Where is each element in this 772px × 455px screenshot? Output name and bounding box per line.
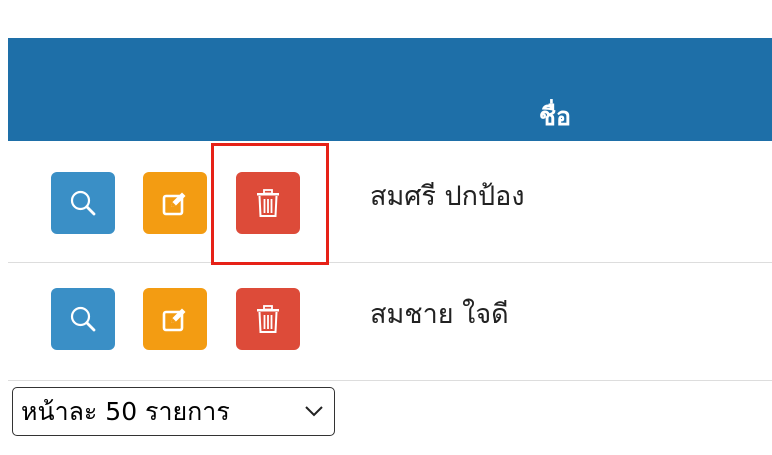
delete-button[interactable] [236,288,300,350]
chevron-down-icon [305,406,323,417]
edit-icon [162,192,186,216]
table-row: สมชาย ใจดี [8,263,772,381]
row-name: สมศรี ปกป้อง [370,181,525,212]
search-icon [70,306,96,332]
page-size-select[interactable]: หน้าละ 50 รายการ [12,387,335,436]
top-strip [8,0,772,38]
edit-button[interactable] [143,172,207,234]
page: ชื่อ สมศรี ปกป้อง สมชาย ใจดี หน้าละ 50 ร… [0,0,772,455]
edit-icon [162,308,186,332]
column-header-name: ชื่อ [539,102,571,131]
search-icon [70,190,96,216]
edit-button[interactable] [143,288,207,350]
view-button[interactable] [51,172,115,234]
trash-icon [257,189,279,217]
view-button[interactable] [51,288,115,350]
trash-icon [257,305,279,333]
delete-button[interactable] [236,172,300,234]
page-size-value: หน้าละ 50 รายการ [21,397,230,426]
table-header: ชื่อ [8,38,772,141]
row-name: สมชาย ใจดี [370,299,509,330]
table-row: สมศรี ปกป้อง [8,141,772,263]
